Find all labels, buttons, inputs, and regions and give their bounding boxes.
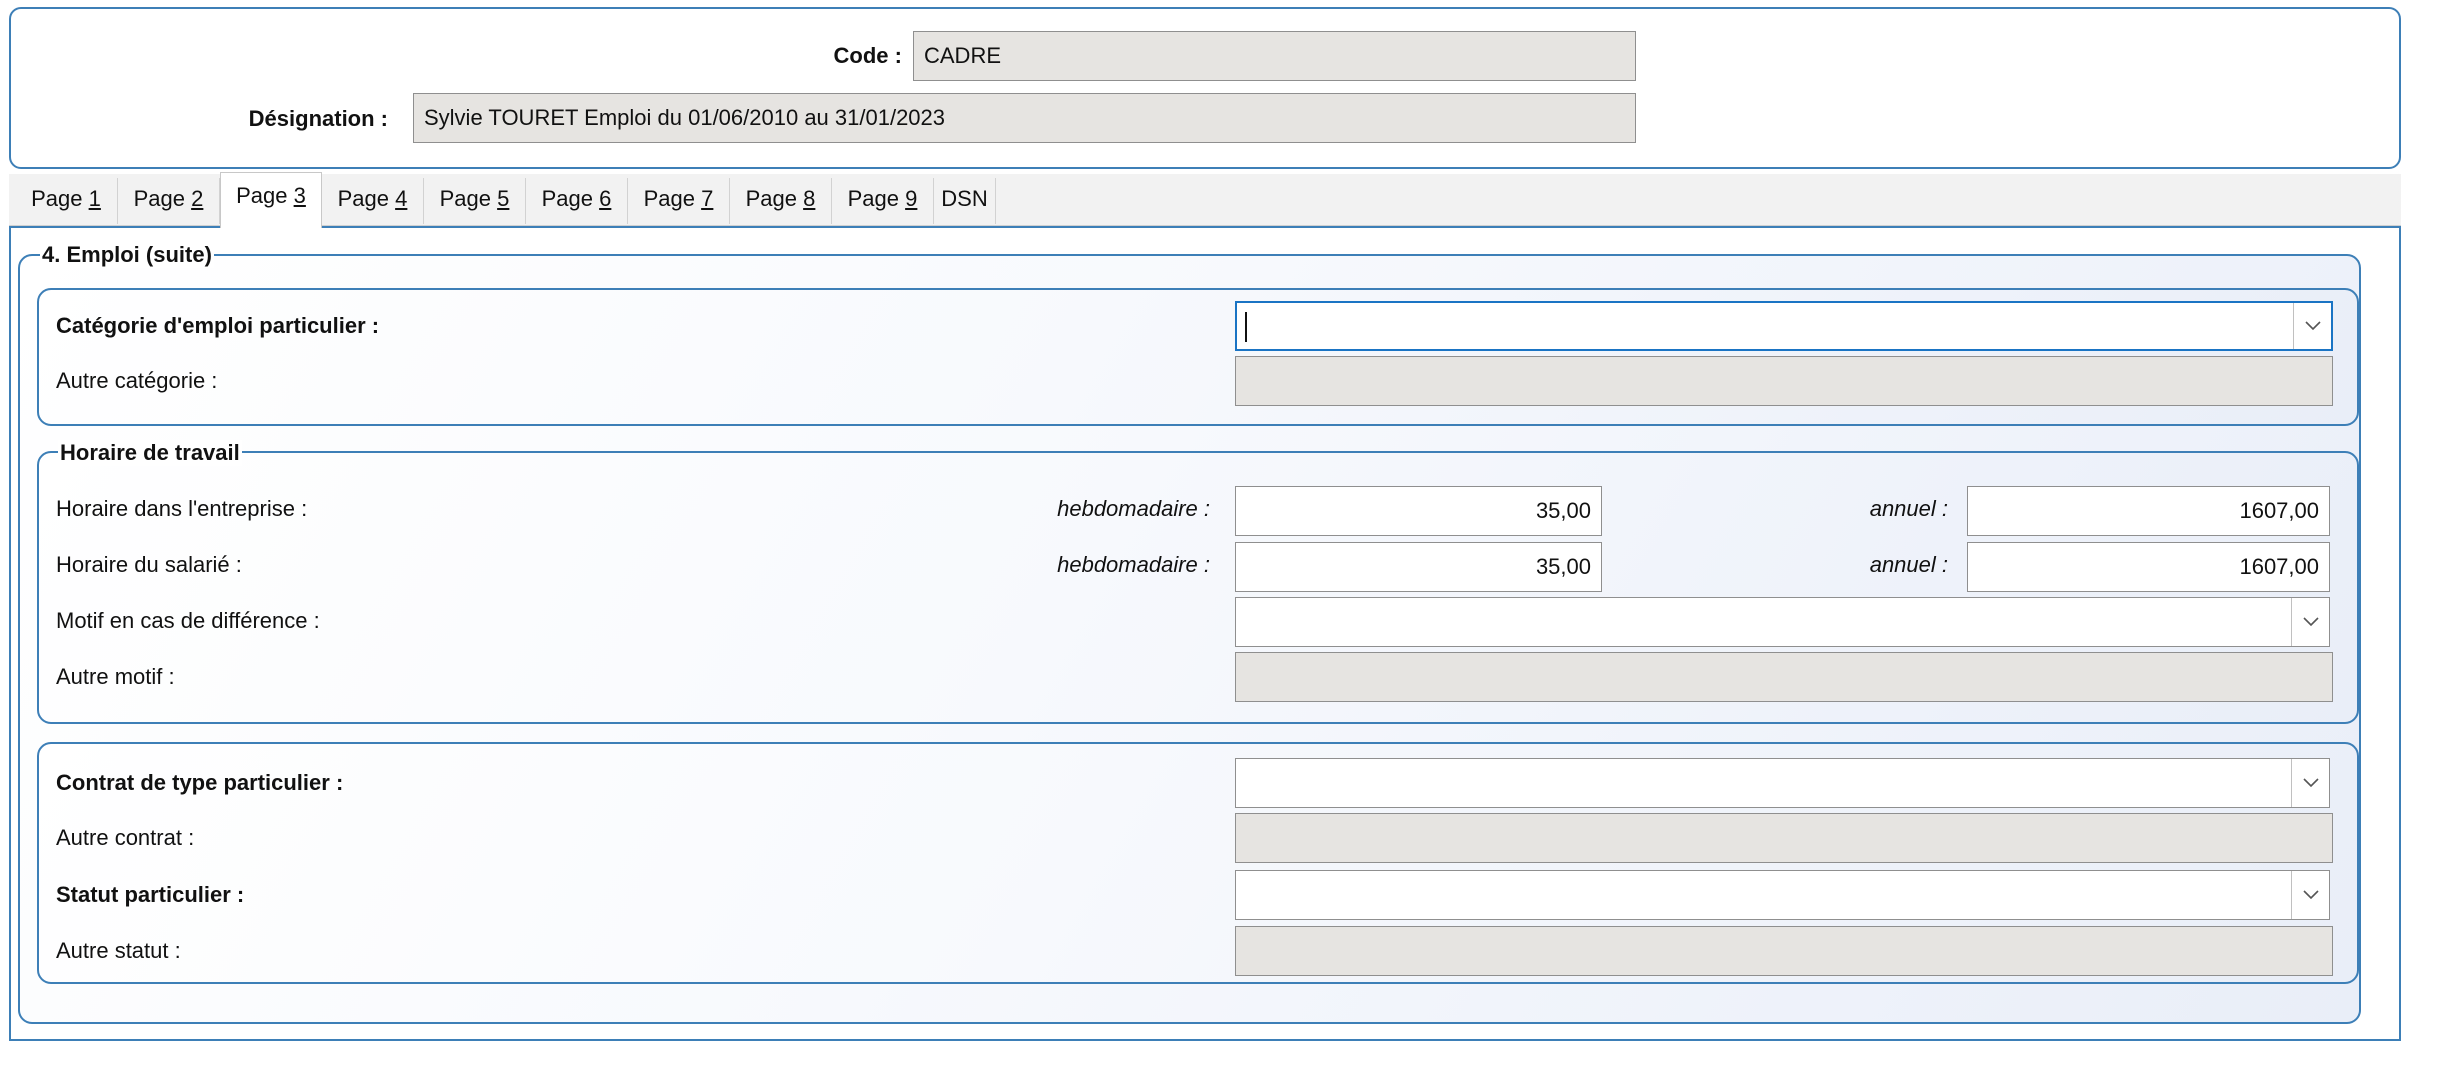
- tab-label: Page: [643, 186, 702, 211]
- tab-page-8[interactable]: Page 8: [730, 178, 832, 224]
- tab-page-7[interactable]: Page 7: [628, 178, 730, 224]
- autre-contrat-label: Autre contrat :: [56, 825, 195, 850]
- tab-shortcut: 8: [803, 186, 816, 211]
- tab-label: Page: [541, 186, 600, 211]
- entreprise-hebdo-field[interactable]: 35,00: [1235, 486, 1602, 536]
- tab-label: Page: [337, 186, 396, 211]
- statut-label: Statut particulier :: [56, 882, 245, 907]
- annuel-label-entreprise: annuel :: [1869, 496, 1948, 521]
- categorie-label: Catégorie d'emploi particulier :: [56, 313, 380, 338]
- tab-shortcut: 5: [497, 186, 510, 211]
- contrat-combobox[interactable]: [1235, 758, 2330, 808]
- annuel-label-salarie: annuel :: [1869, 552, 1948, 577]
- chevron-down-icon[interactable]: [2291, 598, 2329, 646]
- statut-combobox[interactable]: [1235, 870, 2330, 920]
- tab-page-9[interactable]: Page 9: [832, 178, 934, 224]
- emploi-suite-title: 4. Emploi (suite): [40, 242, 214, 268]
- tab-page-6[interactable]: Page 6: [526, 178, 628, 224]
- chevron-down-icon[interactable]: [2291, 871, 2329, 919]
- tab-label: Page: [31, 186, 89, 211]
- salarie-annuel-field[interactable]: 1607,00: [1967, 542, 2330, 592]
- tab-shortcut: 1: [88, 186, 101, 211]
- horaire-entreprise-label: Horaire dans l'entreprise :: [56, 496, 308, 521]
- tab-page-3[interactable]: Page 3: [220, 172, 322, 228]
- horaire-title: Horaire de travail: [58, 440, 242, 466]
- tab-label: Page: [745, 186, 804, 211]
- tab-label: Page: [133, 186, 192, 211]
- tab-shortcut: 4: [395, 186, 408, 211]
- tab-page-2[interactable]: Page 2: [118, 178, 220, 224]
- autre-statut-field[interactable]: [1235, 926, 2333, 976]
- tab-shortcut: 6: [599, 186, 612, 211]
- tab-page-5[interactable]: Page 5: [424, 178, 526, 224]
- autre-categorie-field[interactable]: [1235, 356, 2333, 406]
- designation-label: Désignation :: [248, 106, 388, 131]
- salarie-hebdo-field[interactable]: 35,00: [1235, 542, 1602, 592]
- autre-statut-label: Autre statut :: [56, 938, 181, 963]
- designation-field[interactable]: Sylvie TOURET Emploi du 01/06/2010 au 31…: [413, 93, 1636, 143]
- autre-contrat-field[interactable]: [1235, 813, 2333, 863]
- contrat-label: Contrat de type particulier :: [56, 770, 344, 795]
- text-caret: [1245, 312, 1247, 342]
- hebdo-label-salarie: hebdomadaire :: [1057, 552, 1210, 577]
- hebdo-label-entreprise: hebdomadaire :: [1057, 496, 1210, 521]
- autre-motif-label: Autre motif :: [56, 664, 175, 689]
- tab-label: Page: [847, 186, 906, 211]
- chevron-down-icon[interactable]: [2291, 759, 2329, 807]
- motif-combobox[interactable]: [1235, 597, 2330, 647]
- motif-label: Motif en cas de différence :: [56, 608, 320, 633]
- tab-page-4[interactable]: Page 4: [322, 178, 424, 224]
- tab-label: Page: [236, 183, 294, 208]
- autre-motif-field[interactable]: [1235, 652, 2333, 702]
- autre-categorie-label: Autre catégorie :: [56, 368, 218, 393]
- tab-shortcut: 7: [701, 186, 714, 211]
- code-label: Code :: [833, 43, 902, 68]
- tab-shortcut: 3: [293, 183, 306, 208]
- categorie-combobox[interactable]: [1235, 301, 2333, 351]
- tab-shortcut: 2: [191, 186, 204, 211]
- tab-dsn[interactable]: DSN: [934, 178, 996, 224]
- tab-label: Page: [439, 186, 498, 211]
- chevron-down-icon[interactable]: [2293, 303, 2331, 349]
- code-field[interactable]: CADRE: [913, 31, 1636, 81]
- horaire-salarie-label: Horaire du salarié :: [56, 552, 242, 577]
- tab-page-1[interactable]: Page 1: [15, 178, 118, 224]
- tab-label: DSN: [941, 186, 988, 211]
- entreprise-annuel-field[interactable]: 1607,00: [1967, 486, 2330, 536]
- tab-shortcut: 9: [905, 186, 918, 211]
